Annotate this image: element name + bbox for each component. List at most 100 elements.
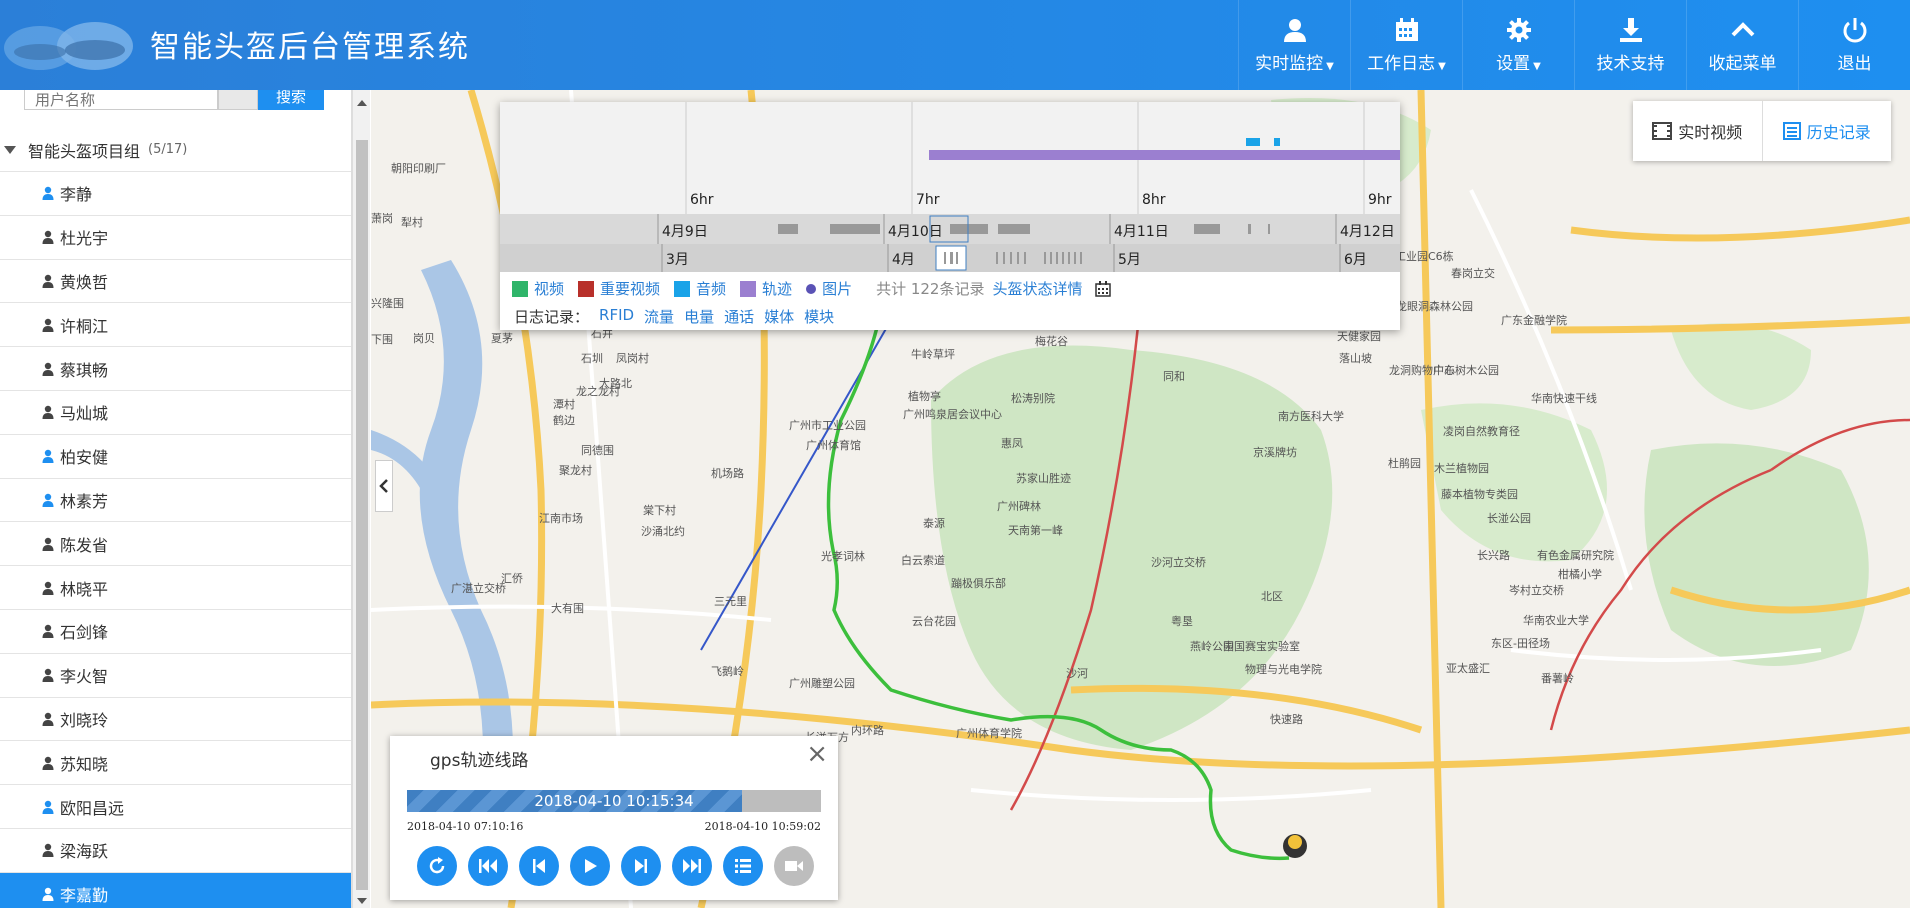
user-search: 搜索	[24, 90, 324, 110]
map-label: 广州体育馆	[806, 439, 861, 452]
log-link-module[interactable]: 模块	[804, 306, 834, 327]
helmet-status-link[interactable]: 头盔状态详情	[992, 278, 1082, 299]
user-list-item[interactable]: 刘晓玲	[0, 698, 351, 742]
video-button[interactable]	[774, 846, 814, 886]
nav-tech-support[interactable]: 技术支持	[1574, 0, 1686, 90]
tree-group-node[interactable]: 智能头盔项目组 (5/17)	[0, 128, 351, 172]
user-list-item[interactable]: 李嘉勤	[0, 872, 351, 908]
log-link-battery[interactable]: 电量	[684, 306, 714, 327]
user-list-item[interactable]: 李静	[0, 172, 351, 216]
user-list-item[interactable]: 石剑锋	[0, 610, 351, 654]
user-list-item[interactable]: 杜光宇	[0, 216, 351, 260]
map-label: 三元里	[714, 595, 747, 608]
map-label: 飞鹅岭	[711, 665, 744, 678]
map-label: 江南市场	[539, 512, 583, 525]
user-list-item[interactable]: 马灿城	[0, 391, 351, 435]
user-icon	[1283, 18, 1306, 42]
step-backward-icon	[533, 859, 545, 873]
map-label: 粤垦	[1171, 615, 1193, 628]
fast-forward-icon	[683, 859, 701, 873]
nav-settings-label: 设置	[1496, 53, 1531, 74]
log-link-traffic[interactable]: 流量	[644, 306, 674, 327]
user-sidebar: 搜索 智能头盔项目组 (5/17) 李静杜光宇黄焕哲许桐江蔡琪畅马灿城柏安健林素…	[0, 90, 352, 908]
map-label: 京溪牌坊	[1253, 446, 1297, 459]
map-label: 云台花园	[912, 615, 956, 628]
calendar-icon[interactable]	[1094, 280, 1111, 297]
replay-button[interactable]	[417, 846, 457, 886]
user-list-item[interactable]: 欧阳昌远	[0, 785, 351, 829]
map-label: 蹦极俱乐部	[951, 577, 1006, 590]
log-link-rfid[interactable]: RFID	[599, 306, 634, 327]
scroll-up-icon[interactable]	[357, 100, 367, 106]
search-options-button[interactable]	[218, 90, 258, 110]
nav-collapse-menu[interactable]: 收起菜单	[1686, 0, 1798, 90]
fast-forward-button[interactable]	[672, 846, 712, 886]
user-name: 欧阳昌远	[60, 798, 125, 818]
step-backward-button[interactable]	[519, 846, 559, 886]
nav-logout[interactable]: 退出	[1798, 0, 1910, 90]
day-label: 4月11日	[1114, 224, 1169, 240]
group-name: 智能头盔项目组	[28, 141, 141, 161]
timeline-day-track[interactable]: 4月9日 4月10日 4月11日 4月12日	[500, 214, 1400, 244]
timeline-day-canvas	[657, 214, 1337, 244]
legend-video[interactable]: 视频	[534, 278, 564, 299]
user-list: 李静 杜光宇 黄焕哲 许桐江 蔡琪畅 马灿城 柏安健林素芳陈发省林晓平石剑锋李火智刘晓玲 苏知…	[0, 172, 351, 908]
history-record-button[interactable]: 历史记录	[1761, 101, 1892, 161]
user-list-item[interactable]: 林素芳	[0, 479, 351, 523]
live-video-label: 实时视频	[1678, 123, 1743, 142]
search-input[interactable]	[24, 90, 218, 110]
film-icon	[1652, 122, 1673, 140]
timeline-month-track[interactable]: 3月 4月 5月 6月	[500, 244, 1400, 272]
timeline-hour-track[interactable]: 6hr 7hr 8hr 9hr	[500, 102, 1400, 214]
user-list-item[interactable]: 许桐江	[0, 303, 351, 348]
group-count: (5/17)	[148, 142, 188, 157]
map-label: 华南快速干线	[1531, 392, 1597, 405]
map-label: 聚龙村	[559, 464, 592, 477]
map-label: 同和	[1163, 370, 1185, 383]
user-list-item[interactable]: 蔡琪畅	[0, 347, 351, 391]
nav-realtime-monitor[interactable]: 实时监控 ▼	[1238, 0, 1350, 90]
log-link-media[interactable]: 媒体	[764, 306, 794, 327]
user-list-item[interactable]: 梁海跃	[0, 829, 351, 873]
close-icon[interactable]: ×	[806, 741, 828, 767]
legend-important-video[interactable]: 重要视频	[600, 278, 660, 299]
user-icon	[42, 712, 54, 726]
user-list-item[interactable]: 柏安健	[0, 435, 351, 479]
map-label: 广湛立交桥	[451, 582, 506, 595]
list-button[interactable]	[723, 846, 763, 886]
user-icon	[42, 668, 54, 683]
map-label: 犁村	[401, 216, 423, 229]
user-name: 林晓平	[60, 579, 109, 599]
history-record-label: 历史记录	[1806, 123, 1871, 142]
user-name: 李火智	[60, 667, 109, 687]
nav-settings[interactable]: 设置 ▼	[1462, 0, 1574, 90]
map-label: 兴隆围	[371, 297, 404, 310]
play-button[interactable]	[570, 846, 610, 886]
user-list-item[interactable]: 陈发省	[0, 522, 351, 567]
user-name: 林素芳	[60, 491, 109, 511]
log-link-calls[interactable]: 通话	[724, 306, 754, 327]
gps-progress-bar[interactable]: 2018-04-10 10:15:34	[407, 790, 821, 812]
live-video-button[interactable]: 实时视频	[1633, 101, 1762, 161]
map-label: 番薯岭	[1541, 672, 1574, 685]
map-label: 北区	[1261, 590, 1283, 603]
scroll-thumb[interactable]	[356, 140, 368, 890]
fast-backward-button[interactable]	[468, 846, 508, 886]
user-list-item[interactable]: 林晓平	[0, 566, 351, 610]
nav-work-log[interactable]: 工作日志 ▼	[1350, 0, 1462, 90]
scroll-down-icon[interactable]	[357, 898, 367, 904]
user-list-item[interactable]: 苏知晓	[0, 741, 351, 786]
map-label: 沙河立交桥	[1151, 556, 1206, 569]
search-button[interactable]: 搜索	[258, 90, 324, 110]
legend-audio[interactable]: 音频	[696, 278, 726, 299]
map-label: 下围	[371, 333, 393, 346]
user-list-item[interactable]: 李火智	[0, 654, 351, 698]
legend-image[interactable]: 图片	[822, 278, 852, 299]
legend-track[interactable]: 轨迹	[762, 278, 792, 299]
caret-down-icon[interactable]	[4, 145, 16, 154]
sidebar-scrollbar[interactable]	[352, 90, 370, 908]
step-forward-button[interactable]	[621, 846, 661, 886]
sidebar-collapse-button[interactable]	[375, 460, 393, 512]
user-list-item[interactable]: 黄焕哲	[0, 260, 351, 304]
map-label: 沙涌北约	[641, 525, 685, 538]
